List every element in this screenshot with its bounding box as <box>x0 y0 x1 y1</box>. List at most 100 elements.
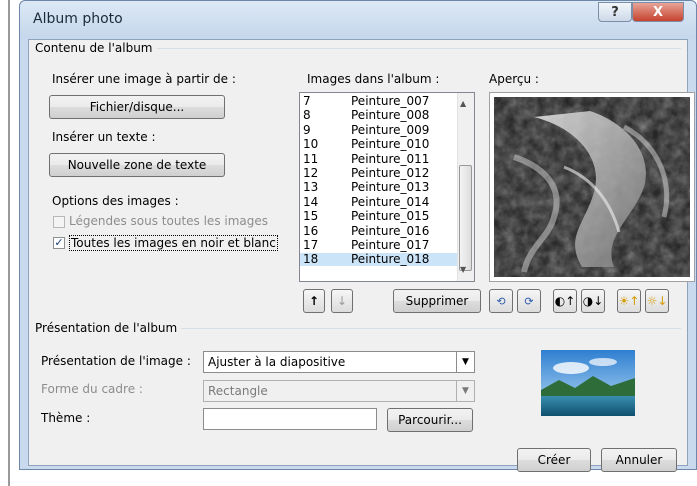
preview-pane <box>489 92 695 282</box>
listbox-item-number: 10 <box>303 137 319 152</box>
listbox-item[interactable]: 9 Peinture_009 <box>300 122 458 137</box>
frame-shape-label: Forme du cadre : <box>41 382 143 396</box>
brightness-up-icon: ☀↑ <box>618 294 640 308</box>
listbox-item[interactable]: 14 Peinture_014 <box>300 194 458 209</box>
captions-checkbox[interactable] <box>53 216 65 228</box>
layout-preview-image <box>541 350 635 416</box>
rotate-left-icon: ⟲ <box>496 294 506 308</box>
theme-input[interactable] <box>203 408 377 430</box>
new-textbox-button[interactable]: Nouvelle zone de texte <box>49 153 225 177</box>
listbox-item-number: 16 <box>303 223 319 238</box>
listbox-item[interactable]: 10 Peinture_010 <box>300 138 458 151</box>
listbox-item-name: Peinture_012 <box>351 166 430 180</box>
background-left-edge <box>8 0 10 486</box>
image-options-label: Options des images : <box>52 194 179 208</box>
cancel-button-label: Annuler <box>615 453 663 467</box>
contrast-down-icon: ◑↓ <box>582 294 604 308</box>
close-button[interactable]: X <box>632 2 684 22</box>
file-disk-button[interactable]: Fichier/disque... <box>49 95 225 119</box>
listbox-item-number: 8 <box>303 108 311 123</box>
listbox-item-number: 7 <box>303 94 311 108</box>
scroll-thumb[interactable] <box>459 165 472 271</box>
new-textbox-button-label: Nouvelle zone de texte <box>67 158 207 172</box>
listbox-scrollbar[interactable]: ▲ ▼ <box>457 93 474 281</box>
frame-shape-value: Rectangle <box>208 384 268 398</box>
arrow-down-icon: ↓ <box>336 294 348 308</box>
brightness-up-button[interactable]: ☀↑ <box>617 289 641 313</box>
listbox-item[interactable]: 11 Peinture_011 <box>300 151 458 166</box>
listbox-item-number: 9 <box>303 122 311 137</box>
theme-label: Thème : <box>41 411 91 425</box>
brightness-down-button[interactable]: ☼↓ <box>645 289 669 313</box>
help-button[interactable]: ? <box>598 2 632 22</box>
listbox-item-number: 14 <box>303 194 319 209</box>
listbox-item[interactable]: 7 Peinture_007 <box>300 95 458 108</box>
chevron-down-icon[interactable]: ▼ <box>456 352 474 372</box>
rotate-right-icon: ⟳ <box>524 294 534 308</box>
browse-button[interactable]: Parcourir... <box>387 408 473 432</box>
listbox-item-name: Peinture_017 <box>351 238 430 252</box>
listbox-item[interactable]: 17 Peinture_017 <box>300 239 458 252</box>
listbox-item-name: Peinture_016 <box>351 223 430 238</box>
listbox-item-name: Peinture_009 <box>351 122 430 137</box>
listbox-item[interactable]: 13 Peinture_013 <box>300 181 458 194</box>
listbox-item-name: Peinture_008 <box>351 108 430 123</box>
album-layout-group-label: Présentation de l'album <box>35 321 182 335</box>
listbox-item[interactable]: 15 Peinture_015 <box>300 210 458 223</box>
images-listbox[interactable]: 7 Peinture_007 8 Peinture_008 9 Peinture_009 1… <box>299 92 475 282</box>
image-layout-label: Présentation de l'image : <box>41 354 191 368</box>
scroll-down-icon[interactable]: ▼ <box>460 265 466 274</box>
frame-shape-select[interactable]: Rectangle ▼ <box>203 380 475 402</box>
album-content-group: Contenu de l'album <box>35 41 681 55</box>
dialog-title: Album photo <box>33 11 123 27</box>
title-bar: Album photo ? X <box>20 1 696 39</box>
listbox-item-name: Peinture_007 <box>351 94 430 108</box>
contrast-up-icon: ◐↑ <box>554 294 576 308</box>
cancel-button[interactable]: Annuler <box>601 448 677 472</box>
help-icon: ? <box>611 4 619 20</box>
listbox-item[interactable]: 18 Peinture_018 <box>300 252 458 267</box>
images-in-album-label: Images dans l'album : <box>307 72 440 86</box>
listbox-item-name: Peinture_010 <box>351 137 430 152</box>
image-layout-select[interactable]: Ajuster à la diapositive ▼ <box>203 351 475 373</box>
black-white-checkbox-label: Toutes les images en noir et blanc <box>69 235 278 251</box>
listbox-item-name: Peinture_013 <box>351 180 430 195</box>
listbox-item-number: 12 <box>303 166 319 180</box>
arrow-up-icon: ↑ <box>308 294 320 308</box>
file-disk-button-label: Fichier/disque... <box>89 100 185 114</box>
checkmark-icon: ✓ <box>54 236 64 249</box>
preview-image <box>494 97 690 277</box>
album-photo-dialog: Album photo ? X Contenu de l'album Insér… <box>19 0 697 472</box>
rotate-left-button[interactable]: ⟲ <box>489 289 513 313</box>
listbox-item-number: 17 <box>303 238 319 252</box>
album-content-group-label: Contenu de l'album <box>35 41 157 55</box>
preview-label: Aperçu : <box>489 72 539 86</box>
insert-image-label: Insérer une image à partir de : <box>52 72 236 86</box>
listbox-item-name: Peinture_011 <box>351 151 430 166</box>
create-button-label: Créer <box>537 453 571 467</box>
listbox-item-number: 13 <box>303 180 319 195</box>
listbox-item-number: 15 <box>303 209 319 224</box>
listbox-item[interactable]: 16 Peinture_016 <box>300 223 458 238</box>
contrast-down-button[interactable]: ◑↓ <box>581 289 605 313</box>
move-down-button[interactable]: ↓ <box>331 289 353 313</box>
browse-button-label: Parcourir... <box>398 413 462 427</box>
listbox-item-name: Peinture_018 <box>351 252 430 267</box>
scroll-up-icon[interactable]: ▲ <box>460 99 466 108</box>
image-layout-value: Ajuster à la diapositive <box>208 355 346 369</box>
listbox-item-name: Peinture_015 <box>351 209 430 224</box>
move-up-button[interactable]: ↑ <box>303 289 325 313</box>
insert-text-label: Insérer un texte : <box>52 130 156 144</box>
brightness-down-icon: ☼↓ <box>646 294 668 308</box>
listbox-item[interactable]: 8 Peinture_008 <box>300 109 458 122</box>
black-white-checkbox[interactable]: ✓ <box>53 237 65 249</box>
delete-button[interactable]: Supprimer <box>393 289 481 313</box>
listbox-item[interactable]: 12 Peinture_012 <box>300 167 458 180</box>
album-layout-group: Présentation de l'album <box>35 321 681 335</box>
chevron-down-icon[interactable]: ▼ <box>456 381 474 401</box>
listbox-item-number: 18 <box>303 252 319 267</box>
contrast-up-button[interactable]: ◐↑ <box>553 289 577 313</box>
create-button[interactable]: Créer <box>517 448 591 472</box>
rotate-right-button[interactable]: ⟳ <box>517 289 541 313</box>
captions-checkbox-label: Légendes sous toutes les images <box>69 214 269 228</box>
